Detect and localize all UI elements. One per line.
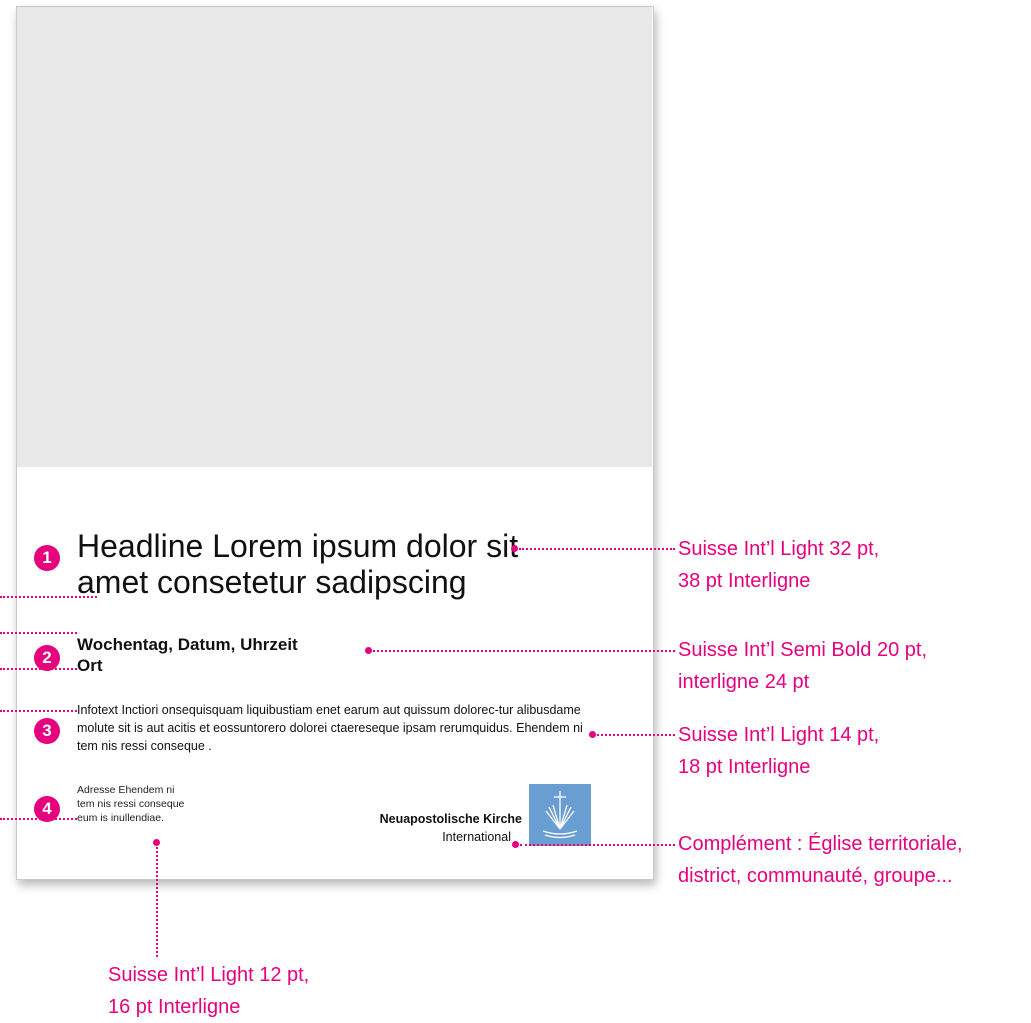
church-cross-logo-icon <box>529 784 591 846</box>
guide-line-left <box>0 596 97 598</box>
annotation-text: Complément : Église territoriale, <box>678 833 963 855</box>
annotation-address: Suisse Int’l Light 12 pt, 16 pt Interlig… <box>108 959 309 1023</box>
annotation-headline: Suisse Int’l Light 32 pt, 38 pt Interlig… <box>678 533 879 597</box>
annotation-text: Suisse Int’l Light 32 pt, <box>678 538 880 560</box>
annotation-text: 18 pt Interligne <box>678 756 811 778</box>
organization-name: Neuapostolische Kirche <box>379 812 522 826</box>
guide-line-left <box>0 632 77 634</box>
annotation-event: Suisse Int’l Semi Bold 20 pt, interligne… <box>678 634 927 698</box>
annotation-line-infotext <box>597 734 675 736</box>
badge-3: 3 <box>34 718 60 744</box>
annotation-dot-address <box>153 839 160 846</box>
guide-line-left <box>0 818 77 820</box>
event-place: Ort <box>77 656 103 675</box>
annotation-line-headline <box>519 548 675 550</box>
event-info: Wochentag, Datum, Uhrzeit Ort <box>77 634 377 676</box>
annotation-dot-infotext <box>589 731 596 738</box>
guide-line-left <box>0 668 77 670</box>
annotation-line-complement <box>520 844 675 846</box>
annotation-dot-complement <box>512 841 519 848</box>
event-date-time: Wochentag, Datum, Uhrzeit <box>77 635 298 654</box>
annotation-text: interligne 24 pt <box>678 671 810 693</box>
address: Adresse Ehendem ni tem nis ressi consequ… <box>77 784 185 824</box>
annotation-text: Suisse Int’l Light 12 pt, <box>108 964 310 986</box>
infotext: Infotext Inctiori onsequisquam liquibust… <box>77 703 583 753</box>
annotation-text: Suisse Int’l Light 14 pt, <box>678 724 880 746</box>
guide-line-left <box>0 710 77 712</box>
annotation-text: Suisse Int’l Semi Bold 20 pt, <box>678 639 928 661</box>
annotation-infotext: Suisse Int’l Light 14 pt, 18 pt Interlig… <box>678 719 879 783</box>
organization-subtitle: International <box>442 830 511 844</box>
headline: Headline Lorem ipsum dolor sit amet cons… <box>77 528 519 600</box>
annotation-text: 16 pt Interligne <box>108 996 241 1018</box>
image-placeholder <box>17 7 652 467</box>
annotation-text: 38 pt Interligne <box>678 570 811 592</box>
annotation-dot-event <box>365 647 372 654</box>
badge-1: 1 <box>34 545 60 571</box>
annotation-complement: Complément : Église territoriale, distri… <box>678 828 963 892</box>
annotation-line-address <box>156 847 158 957</box>
annotation-text: district, communauté, groupe... <box>678 865 953 887</box>
annotation-line-event <box>373 650 675 652</box>
annotation-dot-headline <box>511 545 518 552</box>
